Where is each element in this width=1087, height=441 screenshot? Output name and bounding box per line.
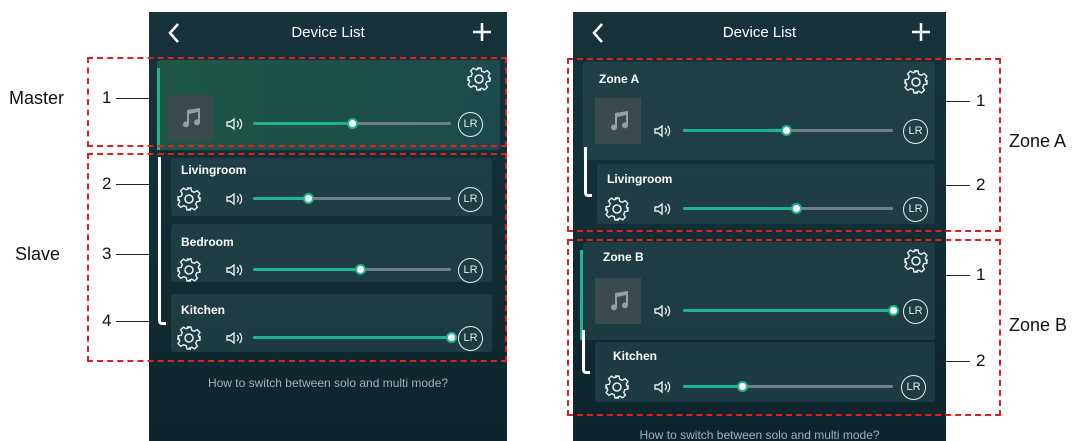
callout-number: 1 bbox=[976, 265, 986, 284]
zone-b-label: Zone B bbox=[1009, 315, 1068, 335]
page-title: Device List bbox=[722, 24, 797, 41]
callout-line bbox=[116, 321, 152, 322]
add-device-icon[interactable] bbox=[910, 21, 932, 43]
callout-line bbox=[938, 275, 970, 276]
callout-line bbox=[938, 361, 970, 362]
callout-number: 2 bbox=[976, 351, 986, 370]
zone-a-highlight-box bbox=[567, 58, 1001, 232]
zone-a-label: Zone A bbox=[1009, 131, 1067, 151]
callout-number: 1 bbox=[102, 88, 112, 107]
zone-b-highlight-box bbox=[567, 239, 1001, 416]
callout-number: 2 bbox=[102, 174, 112, 193]
callout-number: 3 bbox=[102, 244, 112, 263]
add-device-icon[interactable] bbox=[471, 21, 493, 43]
mode-help-link[interactable]: How to switch between solo and multi mod… bbox=[573, 428, 946, 441]
slave-label: Slave bbox=[15, 244, 61, 264]
callout-line bbox=[116, 184, 152, 185]
callout-number: 4 bbox=[102, 311, 112, 330]
callout-number: 2 bbox=[976, 175, 986, 194]
master-highlight-box bbox=[87, 57, 507, 147]
top-bar: Device List bbox=[573, 12, 946, 56]
callout-line bbox=[938, 185, 970, 186]
master-label: Master bbox=[9, 88, 65, 108]
callout-line bbox=[116, 254, 152, 255]
mode-help-link[interactable]: How to switch between solo and multi mod… bbox=[149, 376, 507, 390]
page-title: Device List bbox=[291, 24, 365, 41]
callout-number: 1 bbox=[976, 91, 986, 110]
callout-line bbox=[116, 98, 152, 99]
top-bar: Device List bbox=[149, 12, 507, 56]
callout-line bbox=[938, 101, 970, 102]
